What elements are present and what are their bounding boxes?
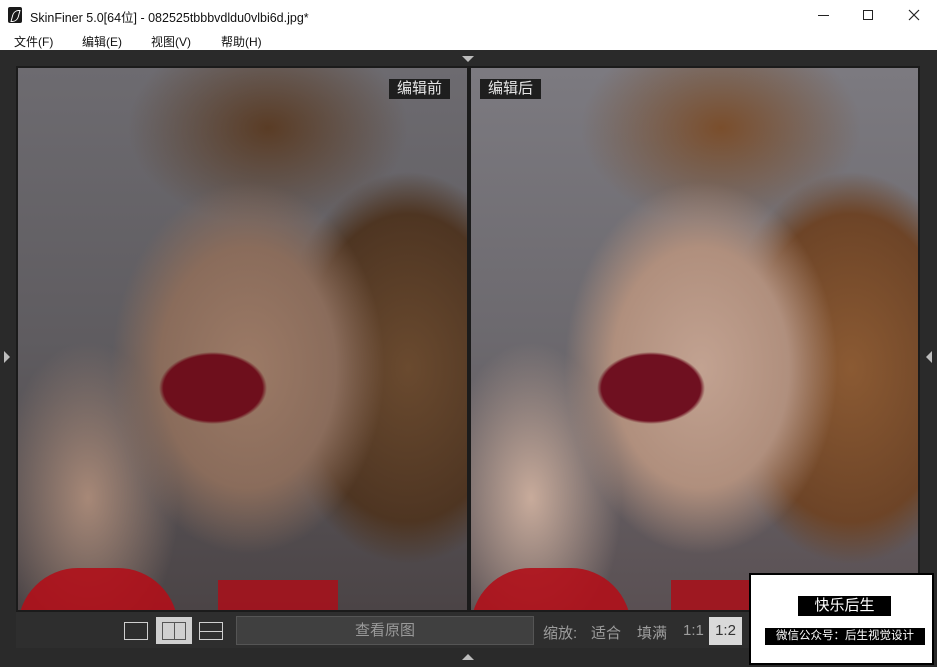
before-image[interactable] (18, 68, 467, 610)
single-view-icon (124, 621, 148, 640)
before-label: 编辑前 (389, 79, 451, 99)
zoom-1-2-button[interactable]: 1:2 (709, 617, 742, 645)
zoom-label: 缩放: (543, 625, 578, 642)
watermark: 快乐后生 微信公众号：后生视觉设计 (749, 573, 934, 665)
collapse-right-arrow-icon[interactable] (926, 351, 932, 363)
split-horizontal-button[interactable] (193, 617, 229, 644)
after-label: 编辑后 (480, 79, 542, 99)
close-button[interactable] (891, 0, 937, 30)
minimize-icon (817, 14, 829, 16)
menu-help[interactable]: 帮助(H) (221, 33, 262, 50)
view-original-button[interactable]: 查看原图 (236, 616, 534, 645)
maximize-button[interactable] (845, 0, 891, 30)
menu-view[interactable]: 视图(V) (151, 33, 191, 50)
minimize-button[interactable] (800, 0, 846, 30)
menu-bar: 文件(F) 编辑(E) 视图(V) 帮助(H) (0, 30, 937, 50)
collapse-top-arrow-icon[interactable] (462, 56, 474, 62)
zoom-fit-button[interactable]: 适合 (591, 622, 621, 643)
window-title: SkinFiner 5.0[64位] - 082525tbbbvdldu0vlb… (30, 11, 309, 25)
maximize-icon (863, 10, 873, 20)
split-vertical-button[interactable] (156, 617, 192, 644)
split-vertical-icon (162, 621, 186, 640)
app-logo-icon (8, 7, 22, 23)
split-horizontal-icon (199, 621, 223, 640)
collapse-left-arrow-icon[interactable] (4, 351, 10, 363)
watermark-title: 快乐后生 (798, 596, 891, 616)
menu-file[interactable]: 文件(F) (14, 33, 53, 50)
menu-edit[interactable]: 编辑(E) (82, 33, 122, 50)
zoom-fill-button[interactable]: 填满 (637, 622, 667, 643)
watermark-subtitle: 微信公众号：后生视觉设计 (765, 628, 925, 645)
close-icon (908, 9, 920, 21)
single-view-button[interactable] (118, 617, 154, 644)
title-bar: SkinFiner 5.0[64位] - 082525tbbbvdldu0vlb… (0, 0, 937, 30)
zoom-1-1-button[interactable]: 1:1 (683, 622, 704, 639)
after-image[interactable] (471, 68, 918, 610)
collapse-bottom-arrow-icon[interactable] (462, 654, 474, 660)
